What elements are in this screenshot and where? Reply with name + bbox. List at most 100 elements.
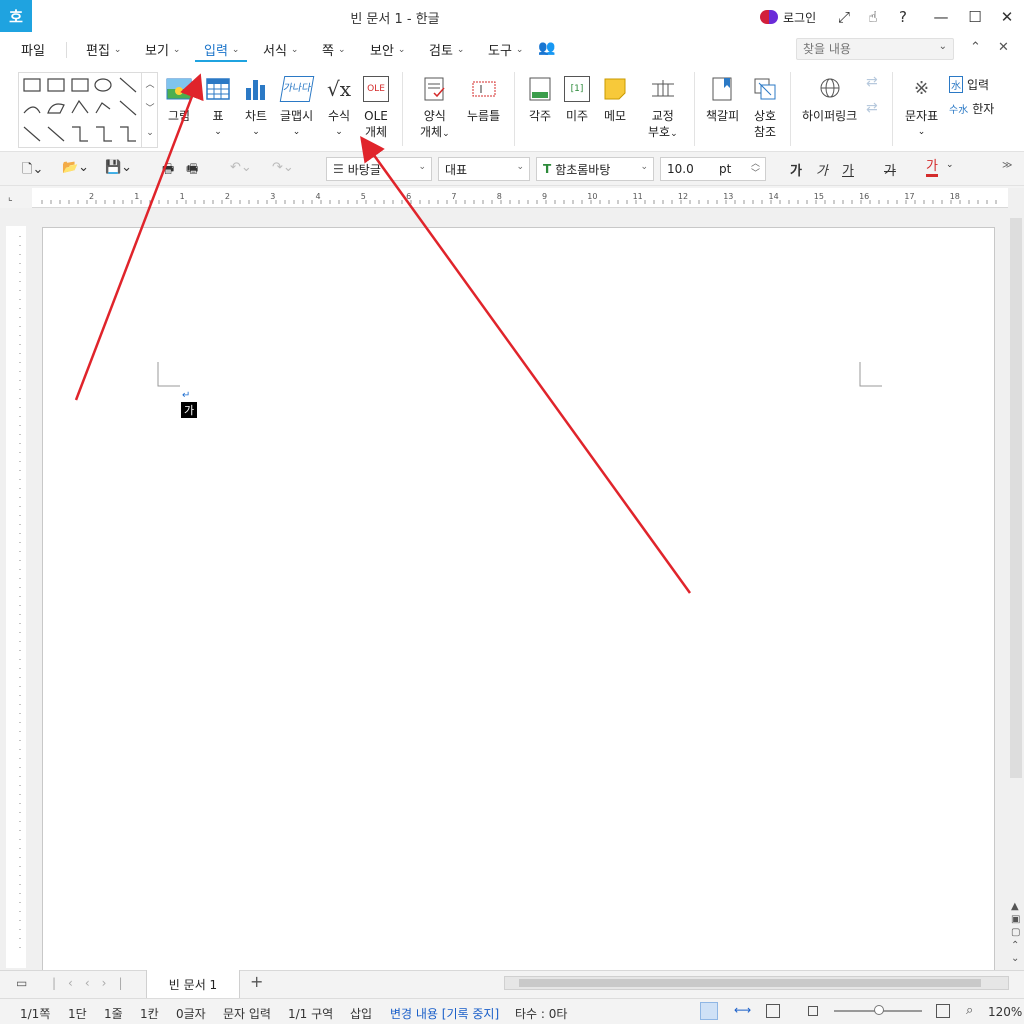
close-doc-icon[interactable]: ✕: [998, 40, 1009, 55]
search-field[interactable]: ⌄: [796, 38, 954, 60]
vertical-ruler[interactable]: [6, 226, 26, 968]
equation-icon: √x: [326, 77, 352, 101]
bold-button[interactable]: 가: [790, 160, 802, 179]
ribbon-chart-button[interactable]: 차트 ⌄: [243, 76, 269, 140]
hscroll-thumb[interactable]: [519, 979, 981, 987]
menu-format[interactable]: 서식 ⌄: [263, 40, 298, 59]
horizontal-ruler[interactable]: 2 1 1 2 3 4 5 6 7 8 9 10 11 12 13 14 15 16 17 18: [32, 188, 1008, 208]
menu-view[interactable]: 보기 ⌄: [145, 40, 180, 59]
paragraph-style-icon: ☰: [333, 162, 344, 176]
status-column: 1단: [68, 1007, 87, 1021]
hand-icon[interactable]: ☝: [862, 6, 884, 28]
strike-button[interactable]: 가: [884, 160, 896, 179]
ribbon-bookmark-button[interactable]: 책갈피: [706, 76, 739, 124]
ribbon-footnote-button[interactable]: 각주: [527, 76, 553, 124]
ribbon-hyperlink-button[interactable]: 하이퍼링크: [802, 76, 857, 124]
zoom-icon[interactable]: ⌕: [966, 1003, 973, 1018]
fit-page-icon[interactable]: [936, 1004, 950, 1018]
menu-security[interactable]: 보안 ⌄: [370, 40, 405, 59]
minimize-icon[interactable]: —: [930, 6, 952, 28]
document-page[interactable]: [42, 227, 995, 972]
ribbon-ole-button[interactable]: OLE OLE 개체: [363, 76, 389, 140]
login-button[interactable]: 로그인: [760, 8, 816, 26]
ruler-tick-label: 6: [406, 192, 411, 201]
vertical-scrollbar[interactable]: ▲ ▣ ▢ ⌃ ⌄: [1008, 188, 1024, 970]
doc-list-icon[interactable]: ▭: [16, 976, 27, 990]
font-size-select[interactable]: 10.0 pt ︿ ﹀: [660, 157, 766, 181]
open-doc-icon[interactable]: 📂⌄: [62, 160, 89, 175]
menu-tools[interactable]: 도구 ⌄: [488, 40, 523, 59]
new-doc-icon[interactable]: 🗋⌄: [22, 160, 43, 182]
ribbon-crossref-button[interactable]: 상호 참조: [752, 76, 778, 140]
status-insert[interactable]: 삽입: [350, 1005, 372, 1022]
ribbon-table-button[interactable]: 표 ⌄: [205, 76, 231, 140]
ribbon-clicktext-button[interactable]: 누름틀: [467, 76, 500, 124]
collapse-ribbon-icon[interactable]: ⌃: [970, 40, 981, 55]
table-icon: [206, 78, 230, 100]
maximize-icon[interactable]: ☐: [964, 6, 986, 28]
ruler-tick-label: 4: [316, 192, 321, 201]
ruler-tick-label: 10: [587, 192, 597, 201]
add-tab-icon[interactable]: +: [250, 972, 263, 991]
menu-page[interactable]: 쪽 ⌄: [322, 40, 346, 59]
link-prev-icon[interactable]: ⇄: [866, 100, 878, 116]
italic-button[interactable]: 가: [816, 160, 828, 179]
fullscreen-icon[interactable]: ⤢: [833, 6, 855, 28]
search-dropdown-icon[interactable]: ⌄: [939, 41, 947, 52]
font-color-dropdown-icon[interactable]: ⌄: [946, 160, 954, 170]
ruler-tick-label: 18: [950, 192, 960, 201]
ribbon-memo-button[interactable]: 메모: [602, 76, 628, 124]
status-track-changes[interactable]: 변경 내용 [기록 중지]: [390, 1005, 499, 1022]
search-input[interactable]: [803, 41, 923, 57]
margin-corner-right: [859, 362, 882, 387]
save-icon[interactable]: 💾⌄: [105, 160, 132, 175]
ribbon-picture-button[interactable]: 그림: [166, 76, 192, 124]
ruler-tick-label: 3: [270, 192, 275, 201]
view-page-icon[interactable]: [766, 1004, 780, 1018]
view-width-icon[interactable]: ⟷: [734, 1003, 751, 1017]
view-normal-icon[interactable]: [700, 1002, 718, 1020]
shape-gallery[interactable]: ︿ ﹀ ⌄: [18, 72, 158, 148]
status-page[interactable]: 1/1쪽: [20, 1005, 50, 1022]
gallery-scroll[interactable]: ︿ ﹀ ⌄: [141, 73, 158, 147]
status-zoom[interactable]: 120%: [988, 1005, 1022, 1019]
status-cell: 1칸: [140, 1007, 159, 1021]
ribbon-form-button[interactable]: 양식 개체⌄: [420, 76, 450, 142]
ribbon-hanja-button[interactable]: 수水 한자: [949, 100, 994, 117]
link-next-icon[interactable]: ⇄: [866, 74, 878, 90]
print-icon[interactable]: 🖶: [162, 160, 174, 182]
help-icon[interactable]: ?: [892, 6, 914, 28]
print-preview-icon[interactable]: 🖷: [186, 160, 198, 182]
style-select[interactable]: ☰ 바탕글 ⌄: [326, 157, 432, 181]
zoom-slider-thumb[interactable]: [874, 1005, 884, 1015]
font-color-button[interactable]: 가: [926, 160, 938, 177]
underline-button[interactable]: 가: [842, 160, 854, 179]
menu-review[interactable]: 검토 ⌄: [429, 40, 464, 59]
lang-select[interactable]: 대표 ⌄: [438, 157, 530, 181]
ribbon-charmap-button[interactable]: ※ 문자표 ⌄: [905, 76, 938, 140]
close-icon[interactable]: ✕: [996, 6, 1018, 28]
ribbon-proofmark-button[interactable]: 교정 부호⌄: [648, 76, 678, 142]
ribbon-endnote-button[interactable]: [1] 미주: [564, 76, 590, 124]
toolbar-more-icon[interactable]: ≫: [1002, 160, 1012, 171]
font-select[interactable]: T 함초롬바탕 ⌄: [536, 157, 654, 181]
view-zoom-out-icon[interactable]: [808, 1006, 818, 1016]
text-cursor: 가: [181, 402, 197, 418]
tab-document[interactable]: 빈 문서 1: [146, 970, 240, 998]
ruler-tick-label: 13: [723, 192, 733, 201]
undo-icon[interactable]: ↶⌄: [230, 160, 252, 175]
bookmark-icon: [712, 77, 732, 101]
menu-file[interactable]: 파일: [21, 40, 45, 59]
horizontal-scrollbar[interactable]: [504, 976, 1009, 990]
scroll-thumb[interactable]: [1010, 218, 1022, 778]
people-icon[interactable]: 👥: [538, 40, 555, 56]
ruler-corner-icon[interactable]: ⌞: [8, 192, 22, 206]
menu-edit[interactable]: 편집 ⌄: [86, 40, 121, 59]
ribbon-equation-button[interactable]: √x 수식 ⌄: [326, 76, 352, 140]
tab-nav-icons[interactable]: |‹‹›|: [52, 976, 134, 990]
redo-icon[interactable]: ↷⌄: [272, 160, 294, 175]
menu-insert[interactable]: 입력 ⌄: [204, 40, 239, 59]
page-nav-icons[interactable]: ▲ ▣ ▢ ⌃ ⌄: [1011, 900, 1020, 965]
ribbon-wordart-button[interactable]: 가나다 글맵시 ⌄: [279, 76, 314, 140]
ribbon-input-button[interactable]: 水 입력: [949, 76, 989, 93]
